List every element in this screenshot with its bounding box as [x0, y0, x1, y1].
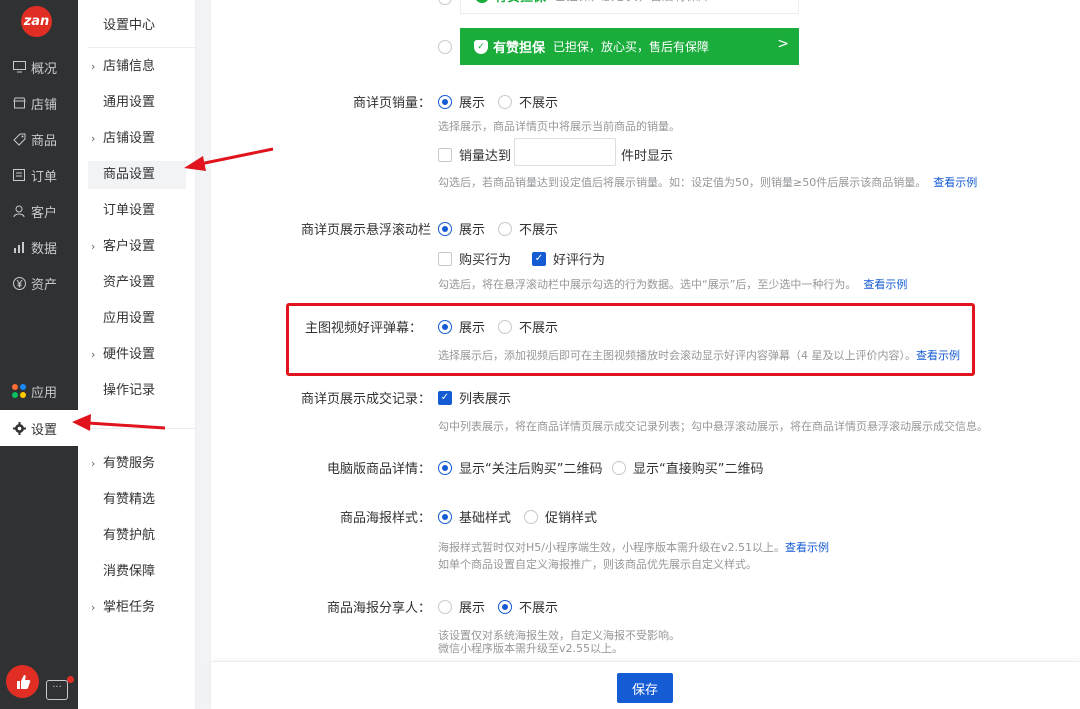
arrow-to-settings	[72, 414, 166, 431]
annotation-arrows	[72, 147, 274, 431]
arrow-to-goods-settings	[184, 147, 274, 171]
